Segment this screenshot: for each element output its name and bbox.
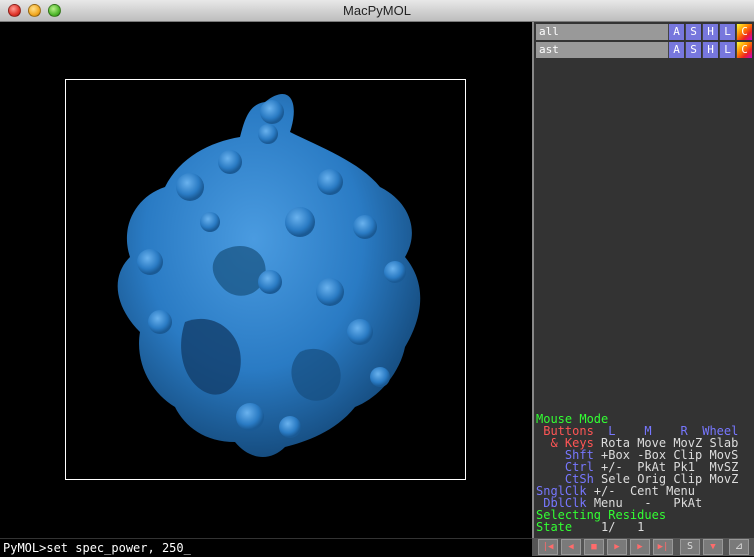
last-frame-button[interactable]: ▶| [653, 539, 673, 555]
viewport-frame [65, 79, 466, 480]
object-row-ast: ast A S H L C [536, 42, 754, 58]
hide-button[interactable]: H [702, 24, 718, 40]
mouse-mode-panel[interactable]: Mouse Mode Buttons L M R Wheel & Keys Ro… [536, 413, 754, 533]
3d-viewer[interactable] [0, 22, 532, 538]
playback-bar: |◀ ◀ ■ ▶ ▶ ▶| S ▼ ⊿ [532, 538, 754, 556]
state-label: State [536, 520, 573, 534]
color-button[interactable]: C [736, 42, 752, 58]
show-button[interactable]: S [685, 42, 701, 58]
object-name-ast[interactable]: ast [536, 42, 668, 58]
window-title: MacPyMOL [343, 3, 411, 18]
resize-grip-icon[interactable]: ⊿ [729, 539, 749, 555]
action-button[interactable]: A [668, 24, 684, 40]
scene-button[interactable]: S [680, 539, 700, 555]
next-frame-button[interactable]: ▶ [630, 539, 650, 555]
label-button[interactable]: L [719, 42, 735, 58]
stop-button[interactable]: ■ [584, 539, 604, 555]
state-value: 1/ [601, 520, 616, 534]
color-button[interactable]: C [736, 24, 752, 40]
state-total: 1 [637, 520, 645, 534]
pymol-window: MacPyMOL PyMOL>set spec_power, 250_ all … [0, 0, 754, 556]
object-row-all: all A S H L C [536, 24, 754, 40]
prev-frame-button[interactable]: ◀ [561, 539, 581, 555]
command-line-input[interactable]: PyMOL>set spec_power, 250_ [0, 538, 532, 556]
action-button[interactable]: A [668, 42, 684, 58]
object-name-all[interactable]: all [536, 24, 668, 40]
first-frame-button[interactable]: |◀ [538, 539, 558, 555]
label-button[interactable]: L [719, 24, 735, 40]
state-row: State 1/ 1 [536, 521, 754, 533]
title-bar: MacPyMOL [0, 0, 754, 22]
show-button[interactable]: S [685, 24, 701, 40]
play-button[interactable]: ▶ [607, 539, 627, 555]
menu-triangle-button[interactable]: ▼ [703, 539, 723, 555]
hide-button[interactable]: H [702, 42, 718, 58]
object-panel: all A S H L C ast A S H L C Mouse Mode B… [532, 22, 754, 556]
